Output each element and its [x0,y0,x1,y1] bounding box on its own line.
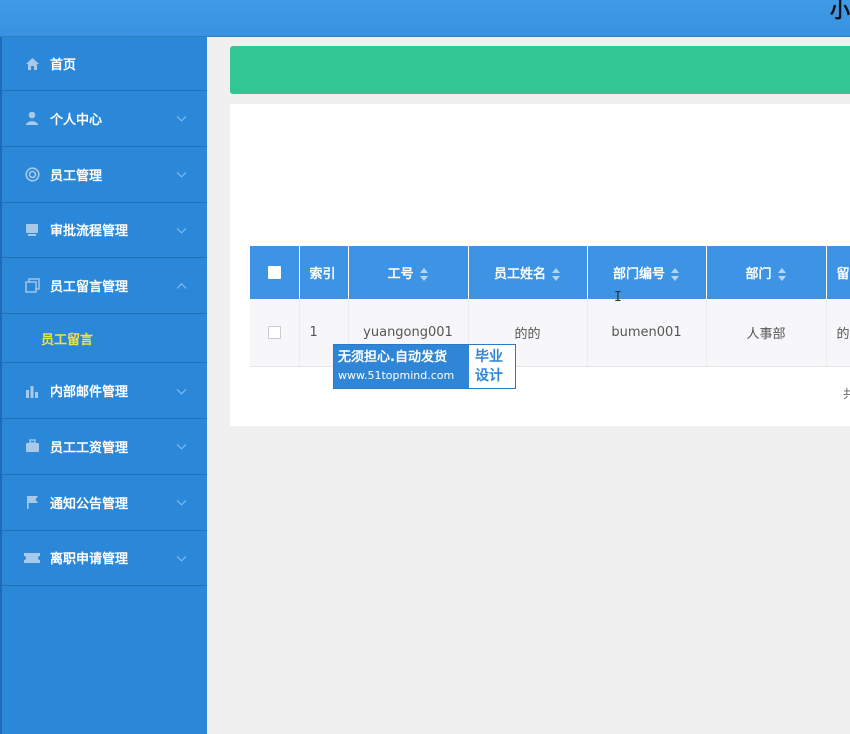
cell-dept-no: bumen001 [587,299,707,367]
select-all-cell[interactable] [250,246,300,299]
column-header-dept[interactable]: 部门 [706,246,827,299]
sort-icon[interactable] [419,268,429,281]
text-cursor-icon: I [614,290,622,305]
column-header-index: 索引 [299,246,349,299]
sort-icon[interactable] [552,268,561,281]
table-header-row: 索引 工号 员工姓名 部门编号 部门 留 [250,246,850,299]
sidebar-item-label: 通知公告管理 [50,496,129,512]
sidebar-item-label: 员工工资管理 [50,440,129,456]
sidebar-item-employees[interactable]: 员工管理 [2,147,207,203]
bar-chart-icon [24,383,40,399]
sidebar-item-label: 员工管理 [50,168,103,184]
sidebar-item-label: 个人中心 [50,112,103,128]
home-icon [24,56,40,72]
top-header: 小 [0,0,850,37]
sidebar-subitem-label: 员工留言 [41,332,94,348]
column-header-emp-no[interactable]: 工号 [348,246,469,299]
content-panel: 索引 工号 员工姓名 部门编号 部门 留 1 yuangong001 的的 bu… [230,104,850,426]
watermark-side2: 设计 [475,368,503,384]
sidebar-item-label: 审批流程管理 [50,224,129,240]
sidebar-item-messages[interactable]: 员工留言管理 [2,258,207,315]
cell-message: 的 [826,299,850,367]
sort-icon[interactable] [777,268,787,281]
cell-dept: 人事部 [706,299,827,367]
watermark-side1: 毕业 [475,349,503,365]
sort-icon[interactable] [671,268,680,281]
sidebar-subitem-messages[interactable]: 员工留言 [2,314,207,364]
page-banner [230,46,850,94]
chevron-down-icon [176,112,187,122]
chevron-down-icon [176,551,187,562]
sidebar-item-home[interactable]: 首页 [2,37,207,91]
watermark-line2: www.51topmind.com [338,369,455,382]
sidebar-item-notice[interactable]: 通知公告管理 [2,475,207,531]
sidebar-item-label: 内部邮件管理 [50,385,129,401]
briefcase-icon [24,438,40,454]
sidebar-item-approval[interactable]: 审批流程管理 [2,203,207,259]
row-checkbox[interactable] [267,325,281,339]
chevron-down-icon [176,495,187,506]
copy-icon [24,278,40,294]
watermark-line1: 无须担心.自动发货 [338,350,447,365]
sidebar: 首页 个人中心 员工管理 审批流程管理 员工留言管理 员工留言 内部邮件管理 员… [0,37,207,734]
lifebuoy-icon [24,166,40,182]
chevron-down-icon [176,167,187,178]
chevron-up-icon [176,282,187,293]
row-select-cell[interactable] [250,299,300,367]
chevron-down-icon [176,223,187,234]
chevron-down-icon [176,440,187,450]
sidebar-item-mail[interactable]: 内部邮件管理 [2,363,207,419]
sidebar-item-label: 离职申请管理 [50,552,129,568]
sidebar-item-label: 首页 [50,58,77,73]
sidebar-item-profile[interactable]: 个人中心 [2,91,207,147]
chevron-down-icon [176,384,187,395]
main-content: 索引 工号 员工姓名 部门编号 部门 留 1 yuangong001 的的 bu… [207,37,850,734]
column-header-message: 留 [826,246,850,299]
sidebar-item-resignation[interactable]: 离职申请管理 [2,531,207,587]
column-header-dept-no[interactable]: 部门编号 [587,246,707,299]
user-icon [24,110,40,126]
pagination-total: 共 [843,387,850,401]
column-header-name[interactable]: 员工姓名 [468,246,588,299]
flag-icon [24,494,40,510]
ticket-icon [24,550,40,566]
app-title: 小 [830,0,850,22]
sidebar-item-label: 员工留言管理 [50,280,129,296]
sidebar-item-salary[interactable]: 员工工资管理 [2,419,207,475]
select-all-checkbox[interactable] [267,266,281,279]
watermark-badge: 无须担心.自动发货 www.51topmind.com 毕业 设计 [333,344,516,389]
monitor-icon [24,222,40,238]
